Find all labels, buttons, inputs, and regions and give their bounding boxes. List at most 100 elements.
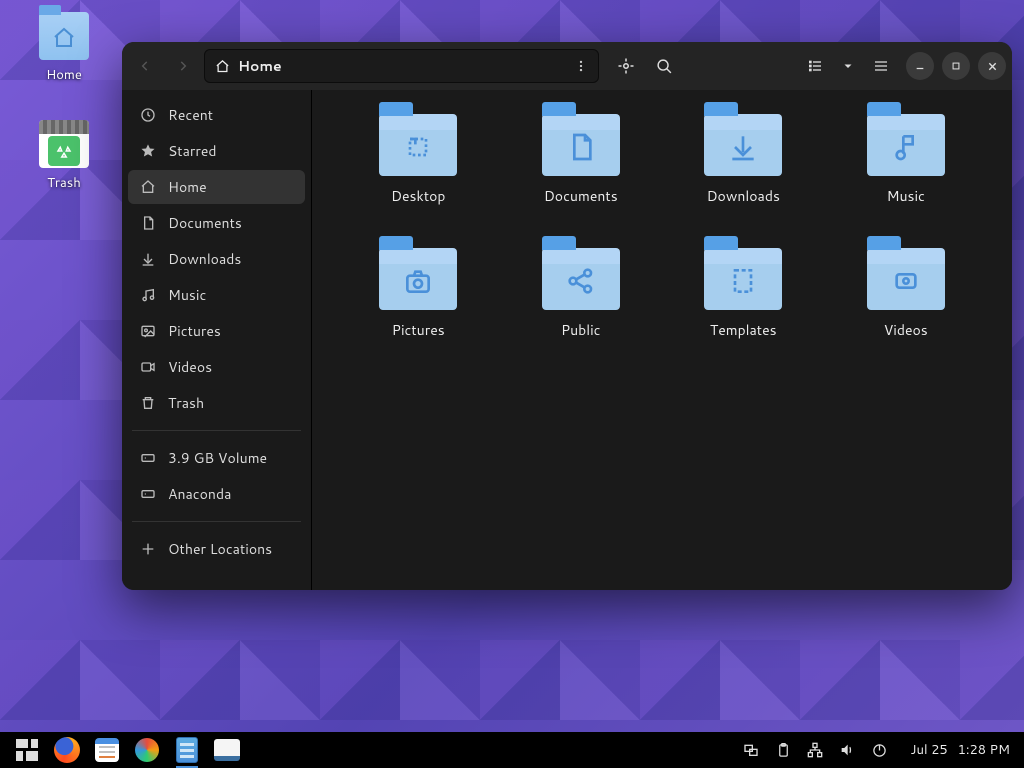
folder-label: Videos bbox=[884, 320, 928, 340]
sidebar-item-recent[interactable]: Recent bbox=[128, 98, 305, 132]
search-button[interactable] bbox=[647, 49, 681, 83]
sidebar-item-anaconda[interactable]: Anaconda bbox=[128, 477, 305, 511]
recycle-icon bbox=[48, 136, 80, 166]
time-label: 1:28 PM bbox=[958, 741, 1010, 759]
sidebar-item-label: Videos bbox=[168, 357, 212, 377]
content-area: Desktop DocumentsDownloads Music Pictures Pu… bbox=[312, 90, 1012, 590]
sidebar-item-label: Downloads bbox=[168, 249, 241, 269]
down-icon bbox=[140, 251, 156, 267]
chevron-left-icon bbox=[138, 59, 152, 73]
firefox-launcher[interactable] bbox=[50, 735, 84, 765]
home-desktop-icon[interactable]: Home bbox=[20, 12, 108, 84]
network-icon bbox=[807, 742, 823, 758]
sidebar-separator bbox=[132, 430, 301, 431]
file-manager-window: Home bbox=[122, 42, 1012, 590]
terminal-icon bbox=[214, 739, 240, 761]
sidebar-item-documents[interactable]: Documents bbox=[128, 206, 305, 240]
folder-templates[interactable]: Templates bbox=[667, 242, 820, 342]
pic-icon bbox=[379, 252, 457, 310]
path-bar[interactable]: Home bbox=[204, 49, 599, 83]
path-menu-button[interactable] bbox=[568, 53, 594, 79]
sidebar-item-music[interactable]: Music bbox=[128, 278, 305, 312]
sidebar-item-videos[interactable]: Videos bbox=[128, 350, 305, 384]
view-list-button[interactable] bbox=[798, 49, 832, 83]
folder-videos[interactable]: Videos bbox=[830, 242, 983, 342]
power-indicator[interactable] bbox=[866, 735, 892, 765]
sidebar-item-other-locations[interactable]: Other Locations bbox=[128, 532, 305, 566]
folder-icon bbox=[867, 114, 945, 176]
minimize-icon bbox=[915, 61, 925, 71]
home-icon bbox=[140, 179, 156, 195]
forward-button[interactable] bbox=[166, 49, 200, 83]
back-button[interactable] bbox=[128, 49, 162, 83]
folder-label: Pictures bbox=[392, 320, 445, 340]
target-icon bbox=[617, 57, 635, 75]
folder-documents[interactable]: Documents bbox=[505, 108, 658, 208]
maximize-button[interactable] bbox=[942, 52, 970, 80]
folder-icon bbox=[704, 114, 782, 176]
sidebar-item-label: Starred bbox=[168, 141, 217, 161]
apps-grid-icon bbox=[16, 739, 38, 761]
clipboard-icon bbox=[776, 743, 791, 758]
applications-menu-button[interactable] bbox=[10, 735, 44, 765]
desktop-icon-label: Trash bbox=[20, 174, 108, 192]
share-icon bbox=[542, 252, 620, 310]
clock[interactable]: Jul 25 1:28 PM bbox=[910, 741, 1010, 759]
trash-icon bbox=[140, 395, 156, 411]
windows-icon bbox=[743, 742, 759, 758]
folder-icon bbox=[542, 114, 620, 176]
doc-icon bbox=[542, 118, 620, 176]
desktop-icon bbox=[379, 118, 457, 176]
home-icon bbox=[215, 59, 230, 74]
sidebar-item-starred[interactable]: Starred bbox=[128, 134, 305, 168]
sidebar-item-downloads[interactable]: Downloads bbox=[128, 242, 305, 276]
tmpl-icon bbox=[704, 252, 782, 310]
trash-desktop-icon[interactable]: Trash bbox=[20, 120, 108, 192]
taskbar: Jul 25 1:28 PM bbox=[0, 732, 1024, 768]
folder-icon bbox=[39, 12, 89, 60]
folder-music[interactable]: Music bbox=[830, 108, 983, 208]
sidebar-item-trash[interactable]: Trash bbox=[128, 386, 305, 420]
sidebar-item-home[interactable]: Home bbox=[128, 170, 305, 204]
clipboard-indicator[interactable] bbox=[770, 735, 796, 765]
files-launcher[interactable] bbox=[170, 735, 204, 765]
calendar-icon bbox=[95, 738, 119, 762]
pic-icon bbox=[140, 323, 156, 339]
trash-icon bbox=[39, 120, 89, 168]
caret-down-icon bbox=[842, 60, 854, 72]
hamburger-menu-button[interactable] bbox=[864, 49, 898, 83]
folder-icon bbox=[379, 114, 457, 176]
sidebar-item-pictures[interactable]: Pictures bbox=[128, 314, 305, 348]
folder-label: Music bbox=[887, 186, 925, 206]
drive-icon bbox=[140, 486, 156, 502]
sidebar-item-label: Other Locations bbox=[168, 539, 272, 559]
maximize-icon bbox=[951, 61, 961, 71]
desktop-root: Home Trash Home bbox=[0, 0, 1024, 768]
power-icon bbox=[872, 743, 887, 758]
folder-desktop[interactable]: Desktop bbox=[342, 108, 495, 208]
close-button[interactable] bbox=[978, 52, 1006, 80]
minimize-button[interactable] bbox=[906, 52, 934, 80]
folder-icon bbox=[379, 248, 457, 310]
date-label: Jul 25 bbox=[910, 741, 947, 759]
down-icon bbox=[704, 118, 782, 176]
music-icon bbox=[140, 287, 156, 303]
path-label: Home bbox=[238, 56, 282, 76]
sidebar-item-volume[interactable]: 3.9 GB Volume bbox=[128, 441, 305, 475]
location-button[interactable] bbox=[609, 49, 643, 83]
terminal-launcher[interactable] bbox=[210, 735, 244, 765]
view-dropdown-button[interactable] bbox=[836, 49, 860, 83]
calendar-launcher[interactable] bbox=[90, 735, 124, 765]
network-indicator[interactable] bbox=[802, 735, 828, 765]
folder-downloads[interactable]: Downloads bbox=[667, 108, 820, 208]
clock-icon bbox=[140, 107, 156, 123]
workspace-indicator[interactable] bbox=[738, 735, 764, 765]
software-launcher[interactable] bbox=[130, 735, 164, 765]
volume-indicator[interactable] bbox=[834, 735, 860, 765]
folder-public[interactable]: Public bbox=[505, 242, 658, 342]
folder-label: Desktop bbox=[391, 186, 445, 206]
sidebar: Recent Starred HomeDocuments Downloads Music… bbox=[122, 90, 312, 590]
music-icon bbox=[867, 118, 945, 176]
kebab-icon bbox=[574, 59, 588, 73]
folder-pictures[interactable]: Pictures bbox=[342, 242, 495, 342]
